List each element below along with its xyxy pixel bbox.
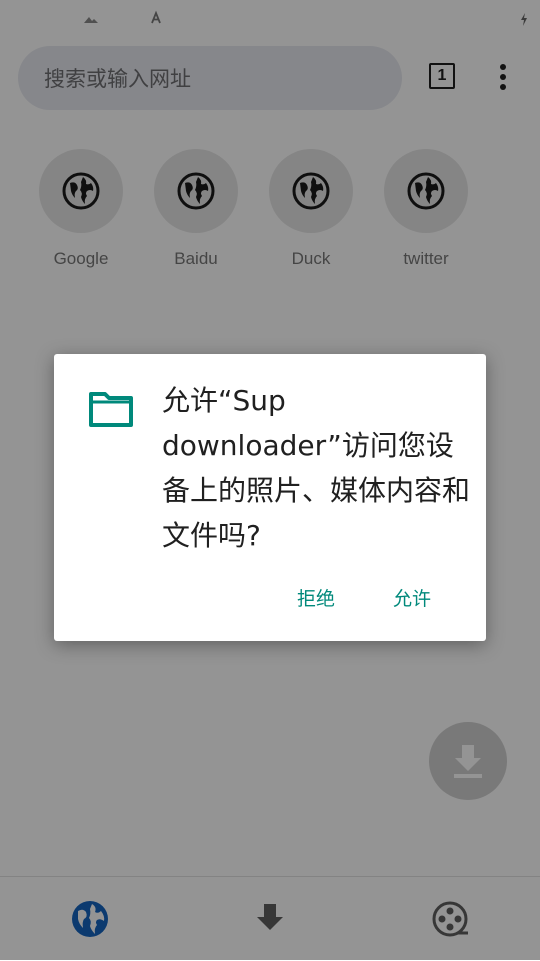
permission-message: 允许“Sup downloader”访问您设备上的照片、媒体内容和文件吗? [162, 384, 471, 552]
permission-dialog: 允许“Sup downloader”访问您设备上的照片、媒体内容和文件吗? 拒绝… [54, 354, 486, 641]
folder-icon [89, 392, 133, 427]
deny-button[interactable]: 拒绝 [297, 584, 335, 611]
allow-button[interactable]: 允许 [393, 584, 431, 611]
